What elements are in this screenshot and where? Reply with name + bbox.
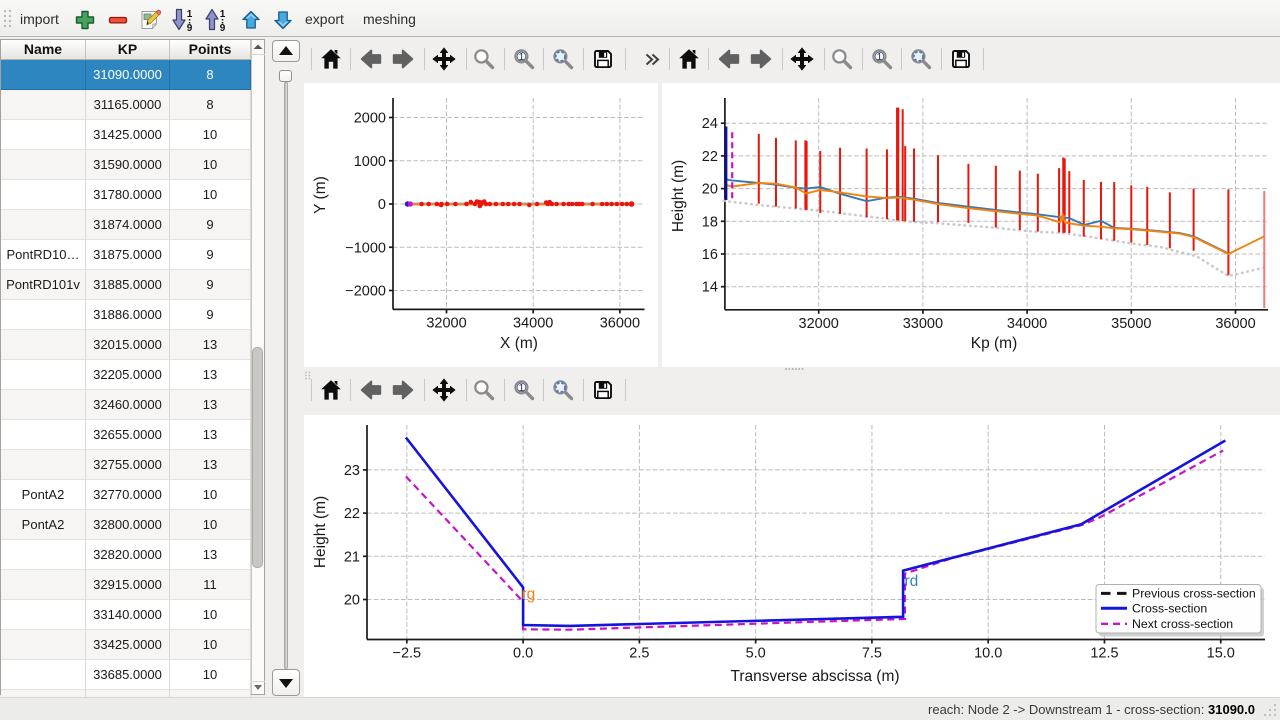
svg-text:9: 9 <box>220 23 226 32</box>
svg-text:1: 1 <box>220 9 226 20</box>
svg-text:−2000: −2000 <box>345 284 386 300</box>
svg-text:0: 0 <box>378 197 386 213</box>
svg-text:24: 24 <box>702 116 718 132</box>
svg-text:1000: 1000 <box>354 154 386 170</box>
svg-text:Kp (m): Kp (m) <box>971 335 1018 352</box>
svg-text:34000: 34000 <box>1007 316 1047 332</box>
svg-text:34000: 34000 <box>513 315 553 331</box>
svg-text:−1000: −1000 <box>345 240 386 256</box>
svg-text:Cross-section: Cross-section <box>1132 602 1207 616</box>
svg-text:Previous cross-section: Previous cross-section <box>1132 587 1256 601</box>
svg-text:rg: rg <box>522 586 536 603</box>
svg-text:21: 21 <box>344 549 360 565</box>
svg-text:20: 20 <box>344 593 360 609</box>
svg-text:1: 1 <box>187 9 193 20</box>
svg-text:Transverse abscissa (m): Transverse abscissa (m) <box>730 668 899 685</box>
svg-text:36000: 36000 <box>600 315 640 331</box>
svg-text:Next cross-section: Next cross-section <box>1132 617 1233 631</box>
svg-text:22: 22 <box>344 506 360 522</box>
svg-text:5.0: 5.0 <box>746 646 766 662</box>
svg-text:X (m): X (m) <box>500 335 538 352</box>
svg-text:Height (m): Height (m) <box>312 496 329 568</box>
svg-text:0.0: 0.0 <box>513 646 533 662</box>
svg-text:Y (m): Y (m) <box>312 176 329 214</box>
svg-text:33000: 33000 <box>903 316 943 332</box>
svg-text:7.5: 7.5 <box>862 646 882 662</box>
svg-text:22: 22 <box>702 149 718 165</box>
svg-text:−2.5: −2.5 <box>393 646 422 662</box>
svg-text:15.0: 15.0 <box>1207 646 1235 662</box>
svg-text:35000: 35000 <box>1111 316 1151 332</box>
svg-text:23: 23 <box>344 463 360 479</box>
svg-text:14: 14 <box>702 280 718 296</box>
svg-text:18: 18 <box>702 214 718 230</box>
svg-text:36000: 36000 <box>1215 316 1255 332</box>
svg-text:Height (m): Height (m) <box>670 160 687 232</box>
svg-text:12.5: 12.5 <box>1090 646 1118 662</box>
svg-text:10.0: 10.0 <box>974 646 1002 662</box>
svg-text:2000: 2000 <box>354 111 386 127</box>
svg-text:2.5: 2.5 <box>629 646 649 662</box>
svg-text:32000: 32000 <box>426 315 466 331</box>
svg-text:20: 20 <box>702 182 718 198</box>
svg-text:32000: 32000 <box>799 316 839 332</box>
svg-text:9: 9 <box>187 23 193 32</box>
svg-text:16: 16 <box>702 247 718 263</box>
svg-text:rd: rd <box>905 573 919 590</box>
